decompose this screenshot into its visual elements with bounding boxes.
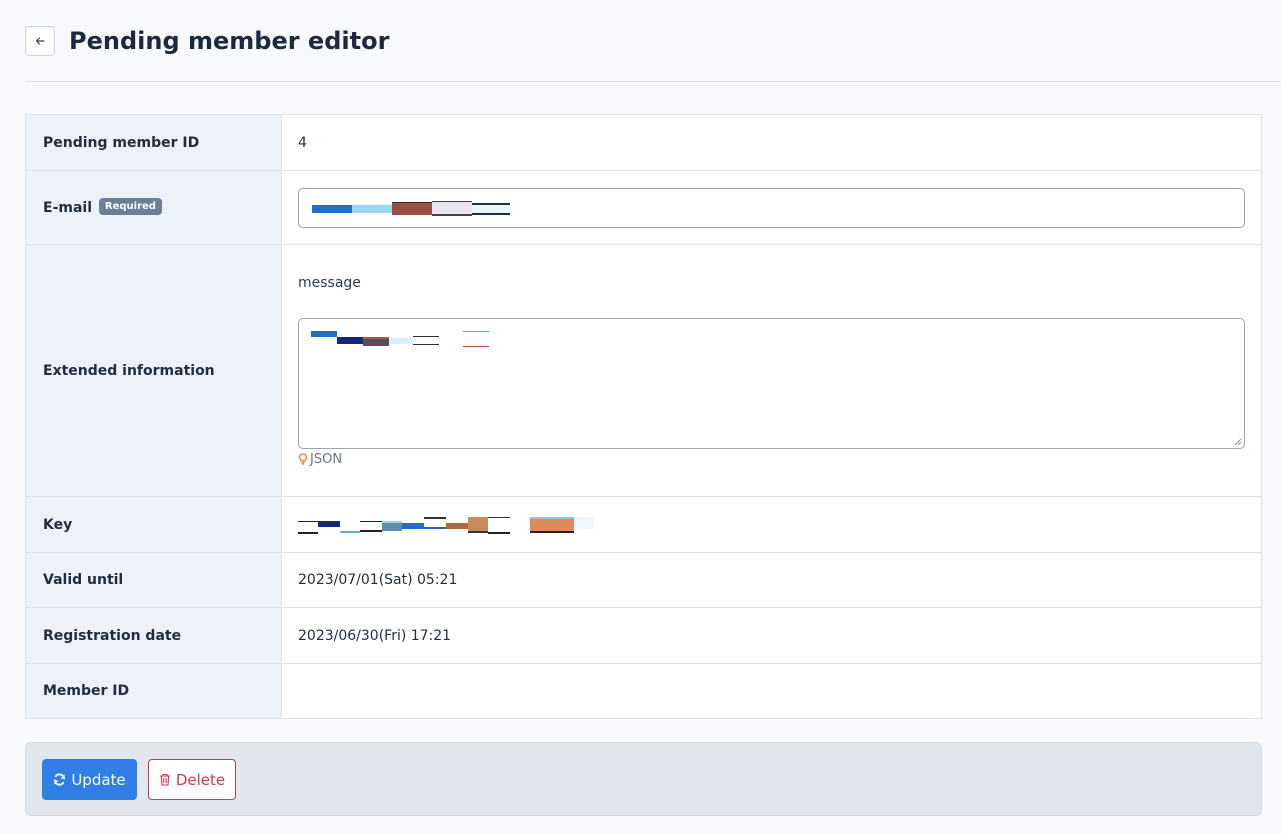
redacted-message bbox=[311, 330, 489, 347]
extended-information-cell: message JSON bbox=[281, 244, 1262, 497]
refresh-icon bbox=[54, 773, 66, 786]
row-key: Key bbox=[25, 496, 1262, 553]
json-hint: JSON bbox=[298, 452, 1245, 467]
extended-information-label: Extended information bbox=[25, 244, 282, 497]
back-button[interactable] bbox=[25, 26, 55, 56]
member-form-table: Pending member ID 4 E-mail Required Exte… bbox=[25, 114, 1262, 719]
pending-member-id-value: 4 bbox=[281, 114, 1262, 171]
registration-date-label: Registration date bbox=[25, 607, 282, 664]
redacted-email bbox=[312, 201, 510, 217]
registration-date-value: 2023/06/30(Fri) 17:21 bbox=[281, 607, 1262, 664]
row-member-id: Member ID bbox=[25, 663, 1262, 719]
page-title: Pending member editor bbox=[69, 27, 390, 55]
row-extended-information: Extended information message JSON bbox=[25, 244, 1262, 497]
valid-until-value: 2023/07/01(Sat) 05:21 bbox=[281, 552, 1262, 608]
email-label-cell: E-mail Required bbox=[25, 170, 282, 245]
key-label: Key bbox=[25, 496, 282, 553]
delete-button[interactable]: Delete bbox=[148, 759, 236, 800]
required-badge: Required bbox=[98, 198, 162, 215]
pending-member-id-label: Pending member ID bbox=[25, 114, 282, 171]
trash-icon bbox=[159, 773, 170, 786]
action-bar: Update Delete bbox=[25, 742, 1262, 816]
message-textarea[interactable] bbox=[298, 317, 1245, 449]
json-hint-text: JSON bbox=[310, 451, 343, 467]
delete-label: Delete bbox=[175, 770, 226, 789]
lightbulb-icon bbox=[298, 453, 308, 465]
arrow-left-icon bbox=[35, 37, 45, 45]
redacted-key bbox=[298, 517, 594, 534]
row-valid-until: Valid until 2023/07/01(Sat) 05:21 bbox=[25, 552, 1262, 608]
row-email: E-mail Required bbox=[25, 170, 1262, 245]
email-label: E-mail bbox=[43, 199, 93, 216]
page-header: Pending member editor bbox=[25, 0, 1281, 82]
row-registration-date: Registration date 2023/06/30(Fri) 17:21 bbox=[25, 607, 1262, 664]
update-button[interactable]: Update bbox=[42, 759, 137, 800]
email-field[interactable] bbox=[298, 187, 1245, 228]
update-label: Update bbox=[71, 770, 126, 789]
row-pending-member-id: Pending member ID 4 bbox=[25, 114, 1262, 171]
member-id-label: Member ID bbox=[25, 663, 282, 719]
key-cell bbox=[281, 496, 1262, 553]
valid-until-label: Valid until bbox=[25, 552, 282, 608]
member-id-value bbox=[281, 663, 1262, 719]
resize-grip-icon[interactable] bbox=[1234, 438, 1242, 446]
message-field-label: message bbox=[298, 274, 361, 291]
email-cell bbox=[281, 170, 1262, 245]
